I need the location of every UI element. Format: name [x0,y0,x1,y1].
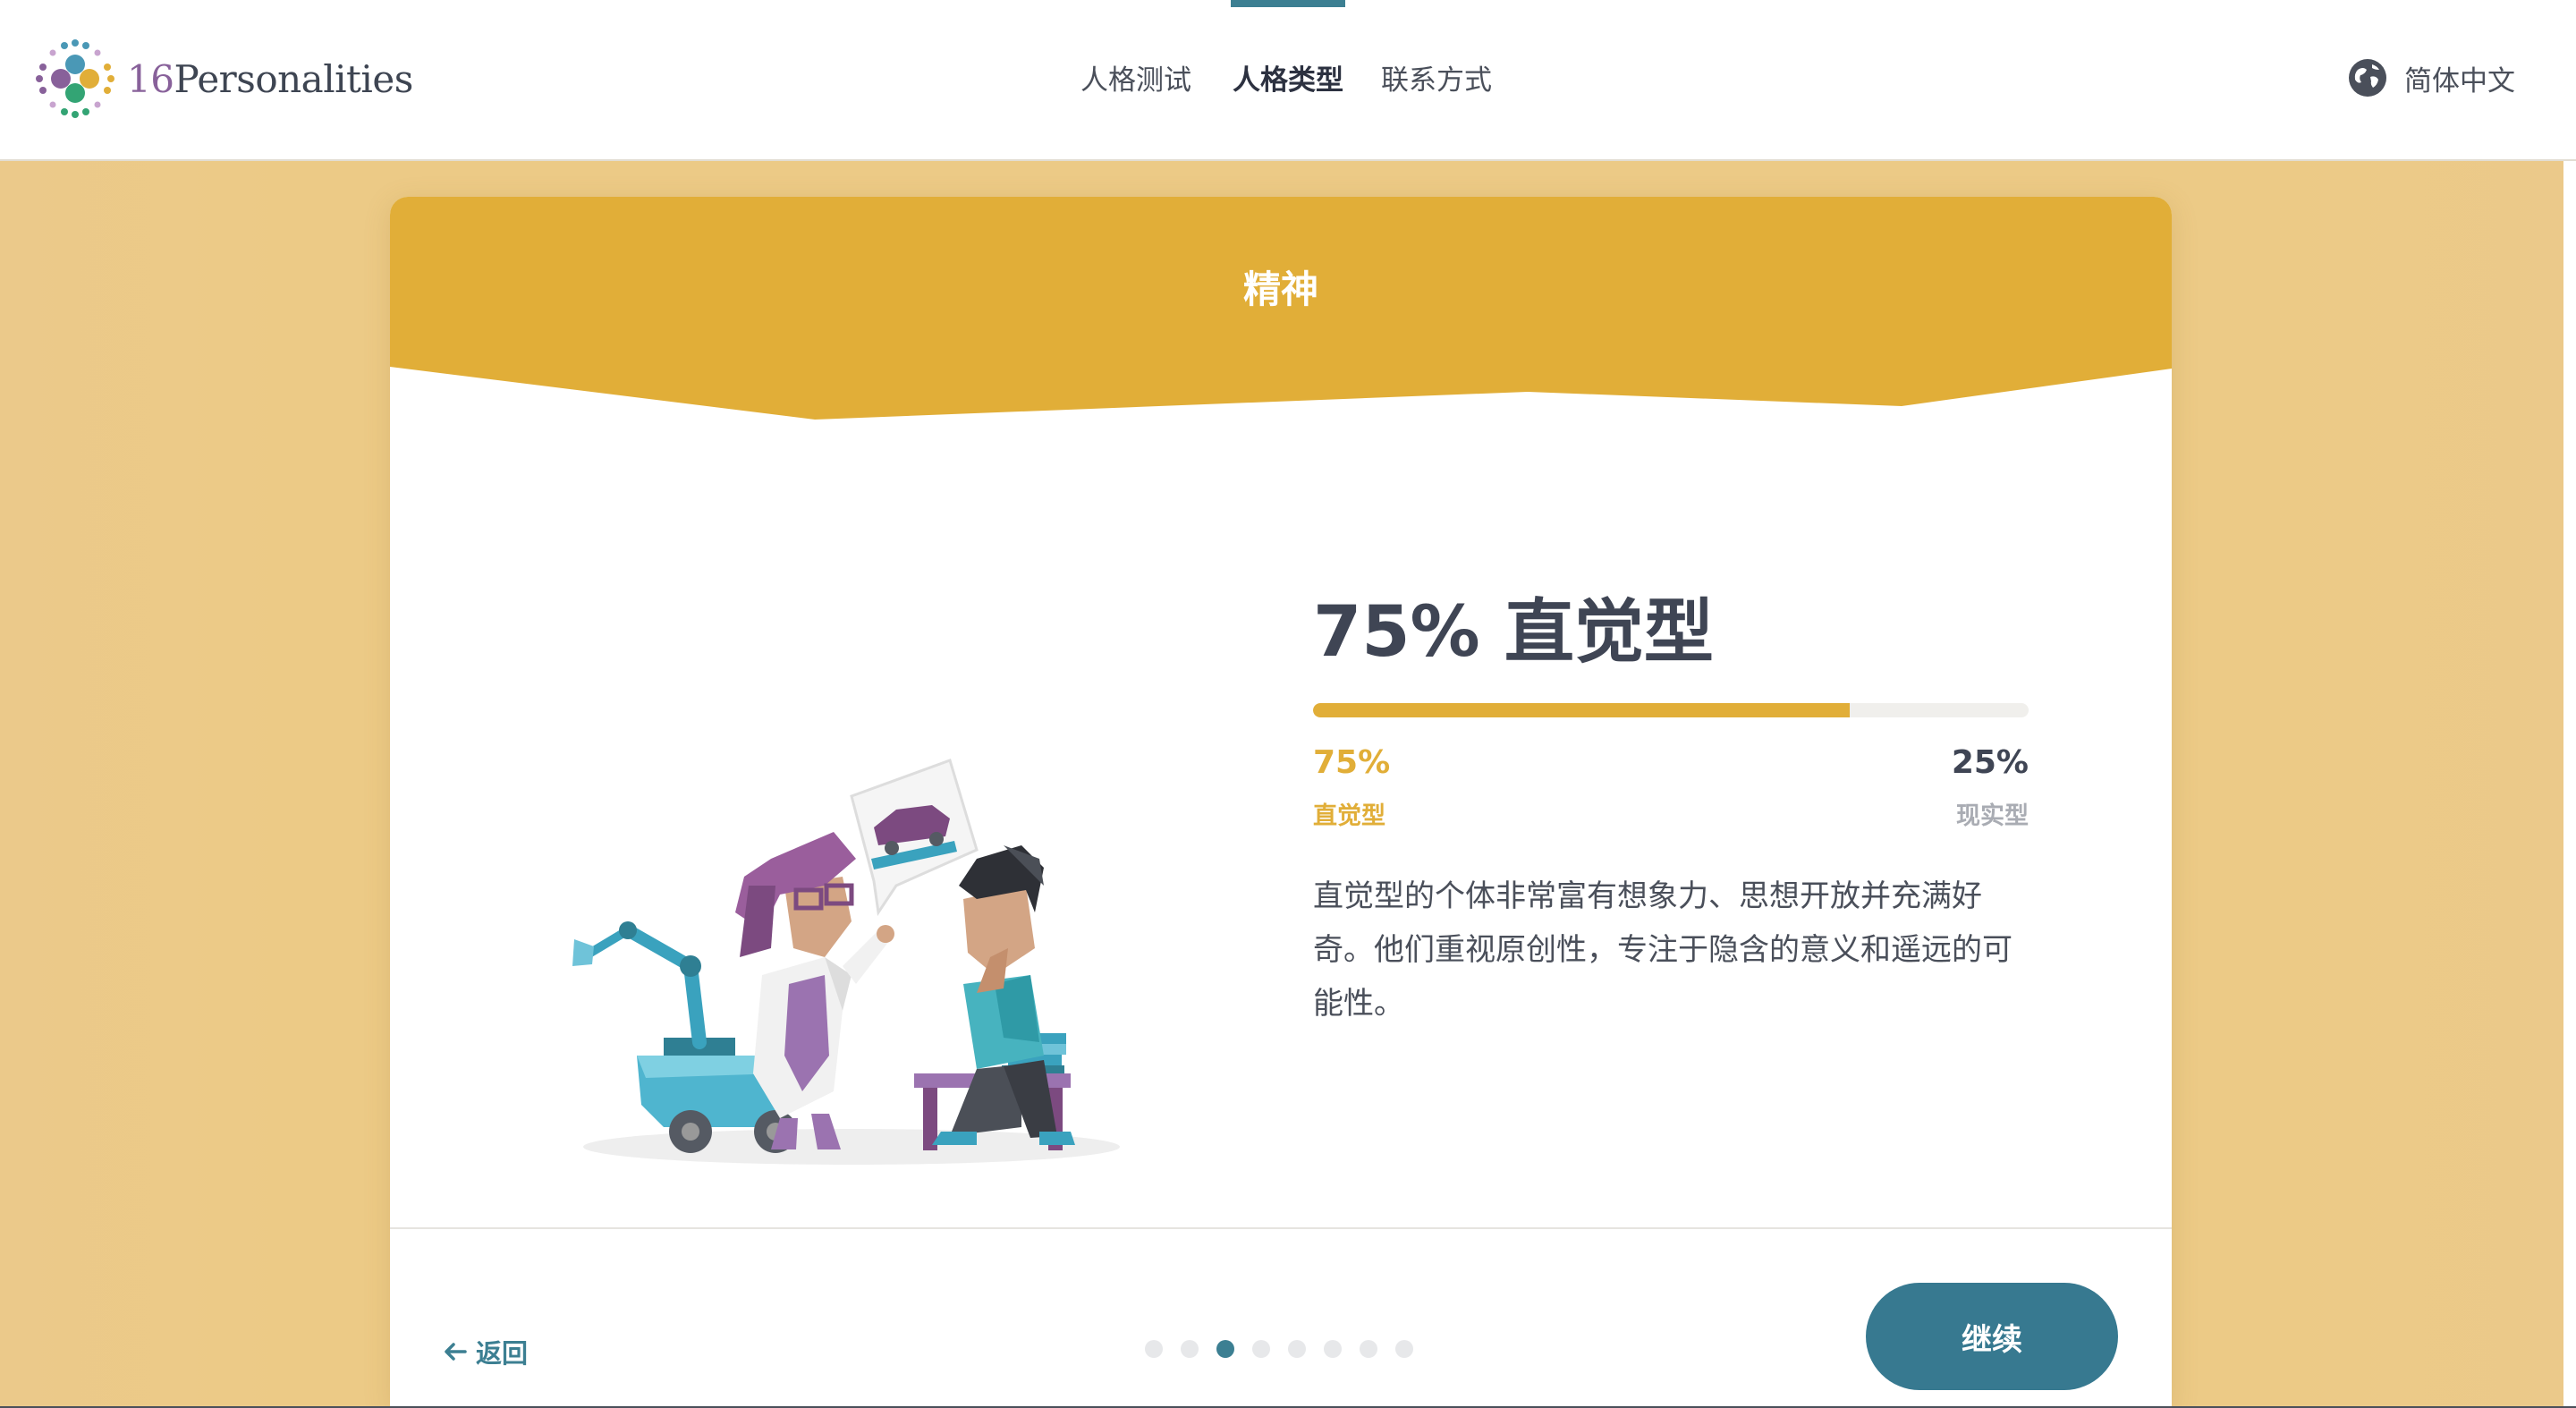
nav-item-contact[interactable]: 联系方式 [1381,57,1492,98]
scrollbar-track[interactable] [2563,161,2576,1408]
bottom-edge [0,1406,2576,1408]
card-footer: 返回 继续 [390,1229,2172,1408]
intuitive-label: 直觉型 [1313,802,1385,830]
back-label: 返回 [476,1338,529,1369]
language-label: 简体中文 [2404,64,2515,98]
man-figure [914,845,1075,1150]
pagination-dot[interactable] [1145,1340,1163,1358]
nav-item-personality-test[interactable]: 人格测试 [1080,57,1191,98]
observant-percent: 25% [1951,744,2029,781]
pagination-dot[interactable] [1395,1340,1413,1358]
language-selector[interactable]: 简体中文 [2347,57,2515,98]
arrow-left-icon [445,1343,467,1361]
pagination-dot[interactable] [1360,1340,1377,1358]
trait-score-bar [1313,703,2029,717]
globe-icon [2349,59,2386,97]
pagination-dot[interactable] [1252,1340,1270,1358]
back-button[interactable]: 返回 [442,1333,528,1370]
observant-label: 现实型 [1956,802,2029,830]
pagination-dot[interactable] [1288,1340,1306,1358]
scientists-illustration [572,759,1120,1165]
card-title: 精神 [1242,267,1318,311]
active-nav-indicator [1231,0,1345,7]
main-nav: 人格测试 人格类型 联系方式 [0,0,2576,161]
trait-description: 直觉型的个体非常富有想象力、思想开放并充满好奇。他们重视原创性，专注于隐含的意义… [1313,878,2012,1022]
nav-item-personality-types[interactable]: 人格类型 [1233,57,1343,98]
pagination-dot[interactable] [1216,1340,1234,1358]
trait-score-bar-fill [1313,703,1850,717]
intuitive-percent: 75% [1313,744,1391,781]
pagination-dot[interactable] [1181,1340,1199,1358]
continue-button[interactable]: 继续 [1866,1283,2118,1390]
pagination-dots [1145,1340,1431,1358]
trait-heading: 75% 直觉型 [1313,592,1714,673]
speech-bubble [850,759,979,917]
pagination-dot[interactable] [1324,1340,1342,1358]
site-header: 16Personalities 人格测试 人格类型 联系方式 简体中文 [0,0,2576,161]
trait-card: 精神 75% 直觉型 75% 直觉型 25% 现实型 直觉型的个体非常富有想象力… [390,197,2172,1408]
